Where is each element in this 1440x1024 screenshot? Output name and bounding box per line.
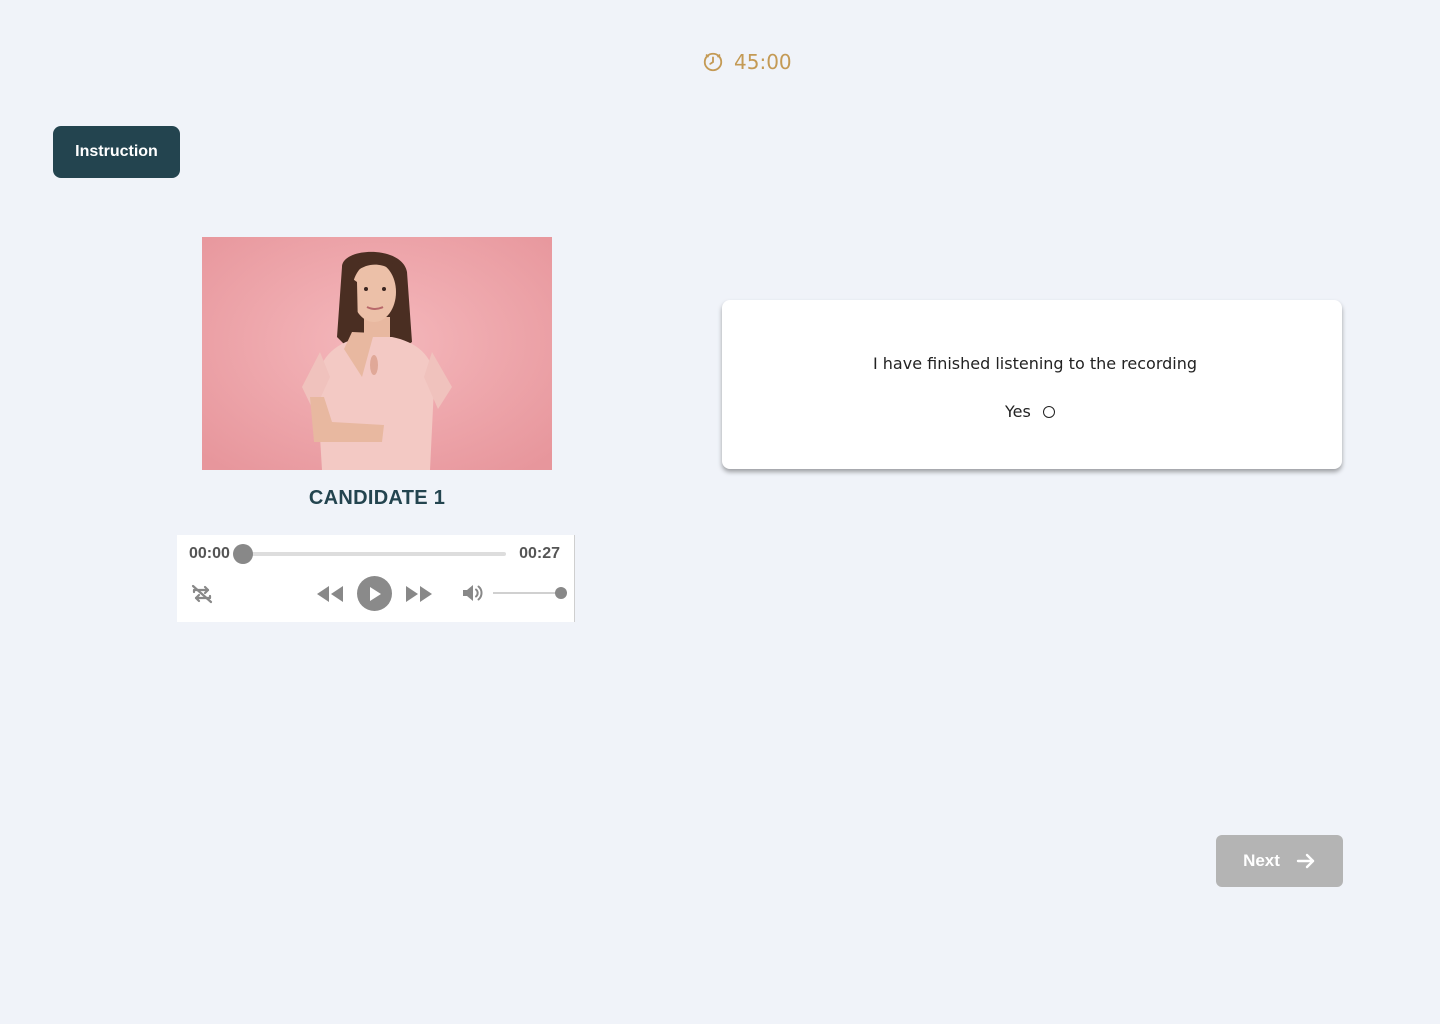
confirmation-question: I have finished listening to the recordi… <box>872 354 1198 373</box>
current-time: 00:00 <box>189 545 230 562</box>
yes-label: Yes <box>1005 402 1031 421</box>
volume-button[interactable] <box>461 581 485 605</box>
next-label: Next <box>1243 851 1280 870</box>
fast-forward-icon <box>406 586 432 602</box>
instruction-button[interactable]: Instruction <box>53 126 180 178</box>
progress-thumb[interactable] <box>233 544 253 564</box>
play-button[interactable] <box>357 576 392 611</box>
volume-slider[interactable] <box>493 587 567 599</box>
progress-bar[interactable] <box>233 544 506 564</box>
rewind-button[interactable] <box>315 582 345 606</box>
volume-thumb[interactable] <box>555 587 567 599</box>
confirmation-card: I have finished listening to the recordi… <box>722 300 1342 469</box>
yes-option[interactable]: Yes <box>1005 402 1055 421</box>
loop-button[interactable] <box>189 582 215 606</box>
yes-radio[interactable] <box>1042 405 1055 418</box>
page: 45:00 Instruction CANDIDATE 1 00:00 00:2… <box>0 0 1440 1024</box>
next-button[interactable]: Next <box>1216 835 1343 887</box>
fast-forward-button[interactable] <box>404 582 434 606</box>
rewind-icon <box>317 586 343 602</box>
play-icon <box>369 586 381 601</box>
exam-timer: 45:00 <box>702 50 792 74</box>
candidate-photo <box>202 237 552 470</box>
duration-time: 00:27 <box>519 545 560 562</box>
audio-player: 00:00 00:27 <box>177 535 575 622</box>
clock-icon <box>703 52 723 72</box>
arrow-right-icon <box>1296 853 1315 869</box>
volume-icon <box>463 585 483 601</box>
candidate-name: CANDIDATE 1 <box>308 487 446 509</box>
timer-text: 45:00 <box>734 50 792 74</box>
repeat-off-icon <box>191 584 213 604</box>
